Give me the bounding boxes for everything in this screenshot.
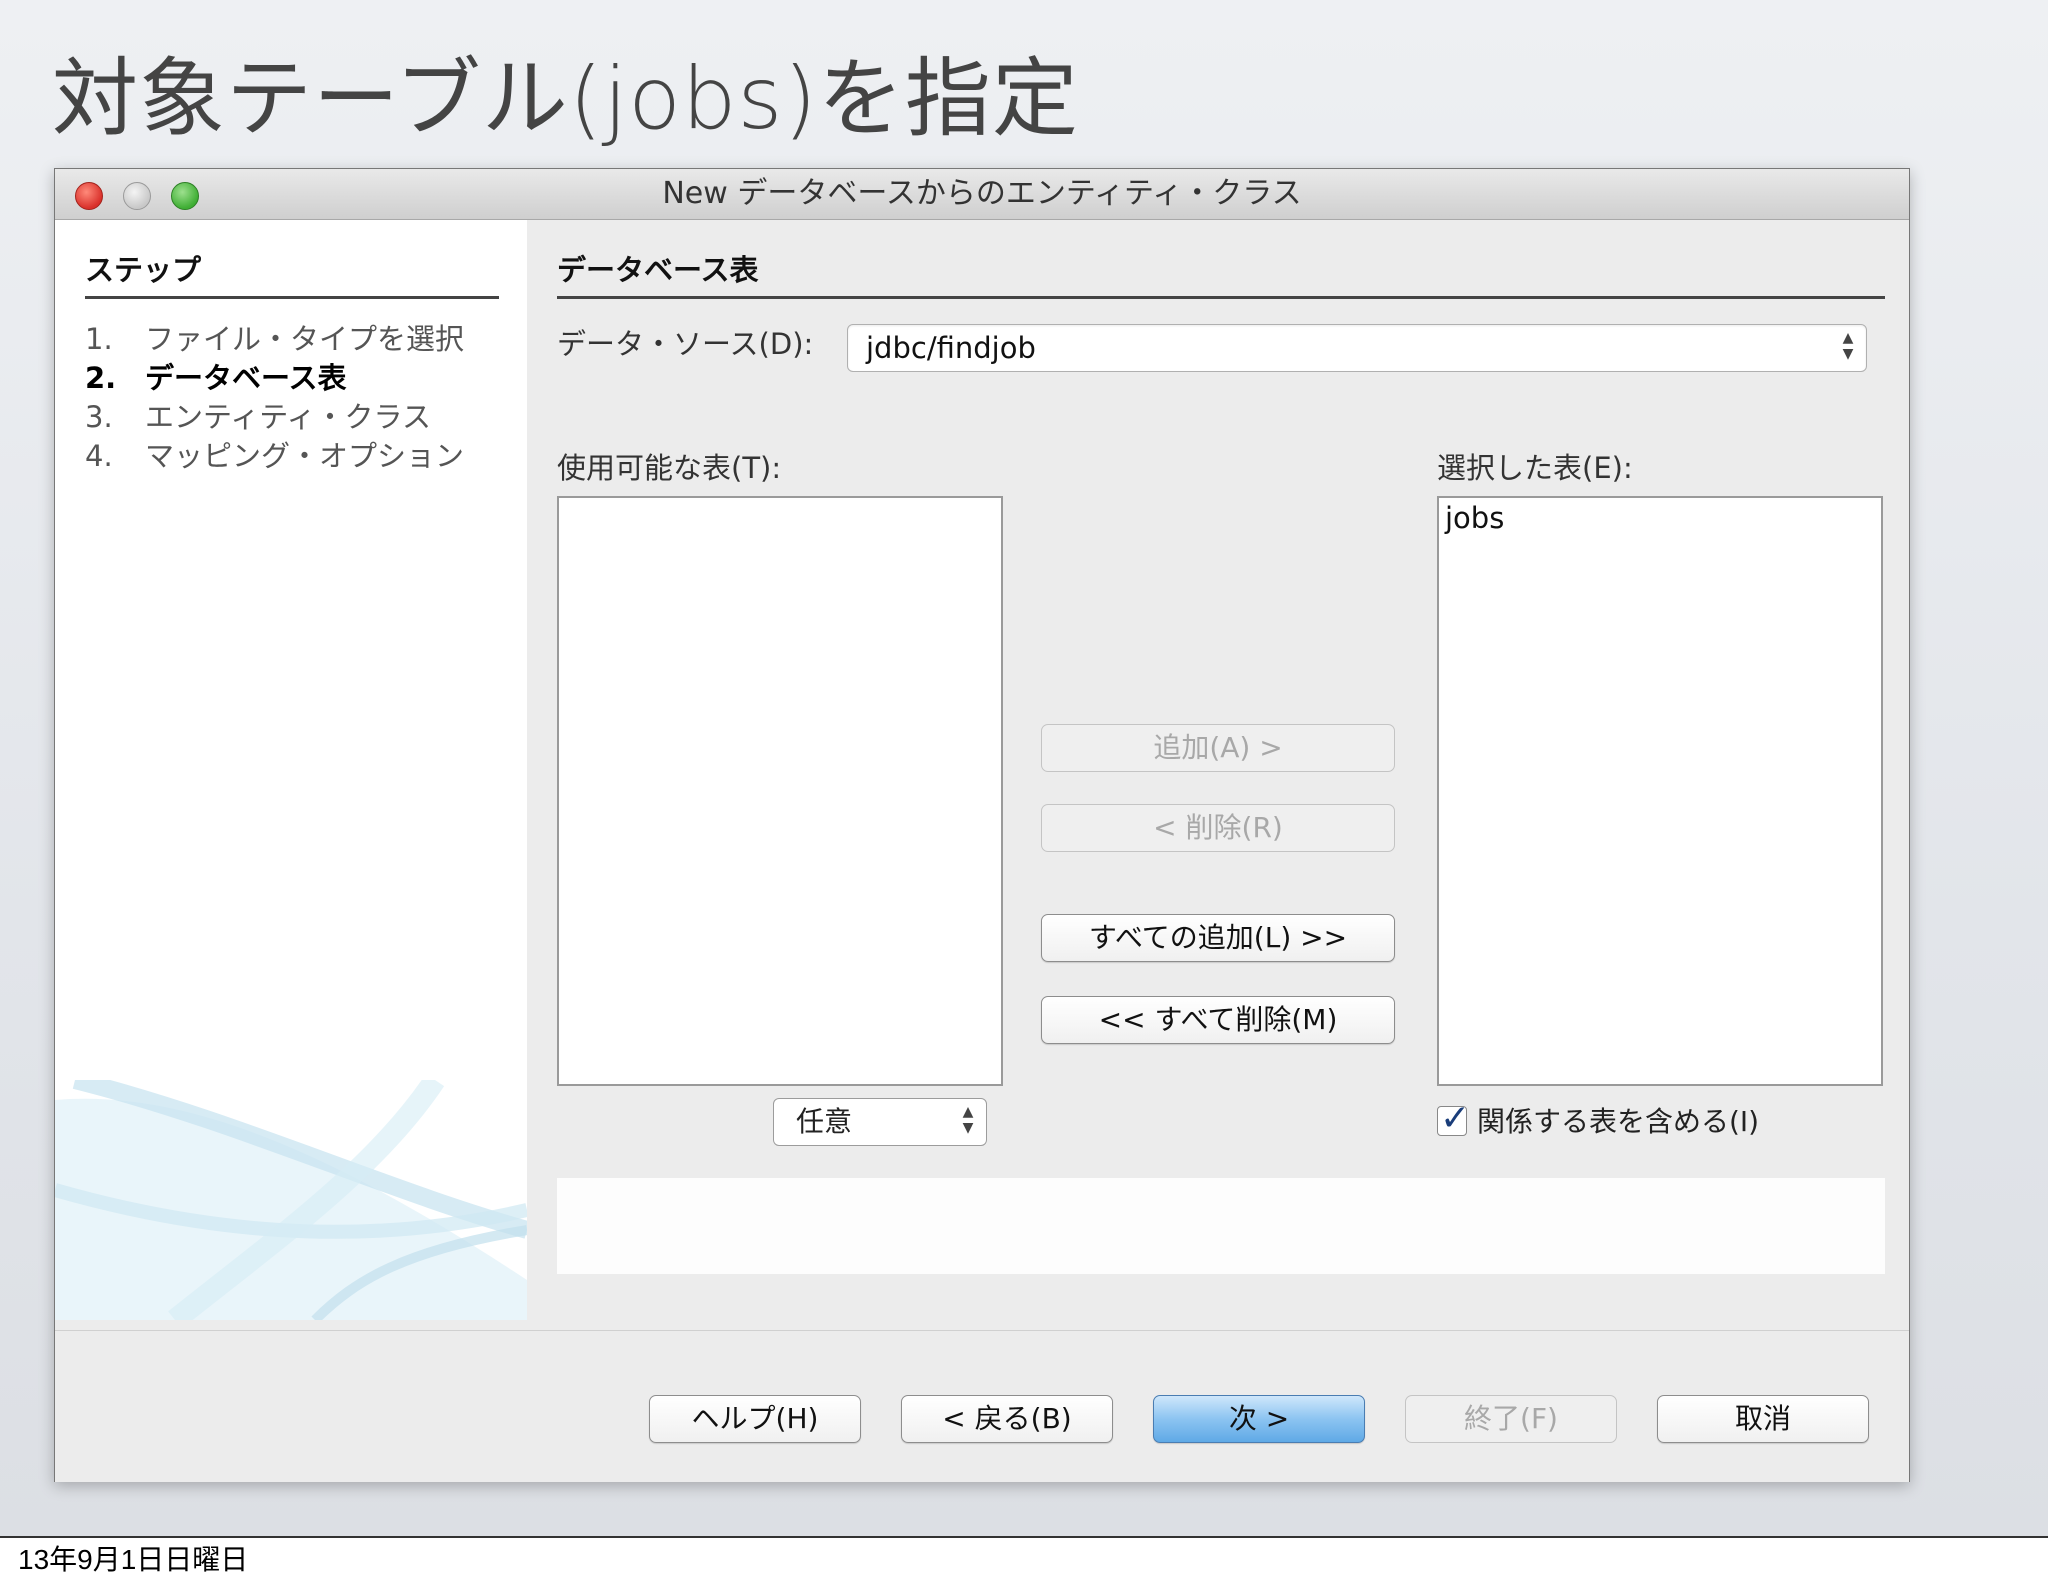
step-label: マッピング・オプション: [145, 439, 465, 473]
decorative-swoosh-graphic: [55, 1080, 527, 1320]
footer-date: 13年9月1日日曜日: [18, 1544, 249, 1575]
wizard-window: New データベースからのエンティティ・クラス ステップ 1. ファイル・タイプを…: [54, 168, 1910, 1482]
remove-button[interactable]: < 削除(R): [1041, 804, 1395, 852]
footer-divider: [0, 1536, 2048, 1538]
table-filter-select[interactable]: 任意 ▲ ▼: [773, 1098, 987, 1146]
available-tables-label: 使用可能な表(T):: [557, 451, 782, 485]
include-related-label: 関係する表を含める(I): [1477, 1105, 1760, 1138]
step-number: 3.: [85, 400, 113, 434]
data-source-label: データ・ソース(D):: [557, 327, 814, 361]
add-button[interactable]: 追加(A) >: [1041, 724, 1395, 772]
step-number: 4.: [85, 439, 113, 473]
message-area: [557, 1178, 1885, 1274]
help-button[interactable]: ヘルプ(H): [649, 1395, 861, 1443]
checkmark-icon: ✓: [1440, 1098, 1471, 1139]
window-title: New データベースからのエンティティ・クラス: [662, 176, 1302, 211]
selected-tables-label: 選択した表(E):: [1437, 451, 1633, 485]
steps-heading: ステップ: [85, 250, 499, 299]
step-item-3: 3. エンティティ・クラス: [85, 398, 515, 437]
step-label: データベース表: [145, 361, 347, 395]
selected-tables-list[interactable]: jobs: [1437, 496, 1883, 1086]
select-arrows-icon: ▲ ▼: [962, 1104, 974, 1136]
step-item-4: 4. マッピング・オプション: [85, 437, 515, 476]
back-button[interactable]: < 戻る(B): [901, 1395, 1113, 1443]
available-tables-list[interactable]: [557, 496, 1003, 1086]
window-titlebar[interactable]: New データベースからのエンティティ・クラス: [55, 169, 1909, 220]
include-related-checkbox[interactable]: ✓: [1437, 1099, 1470, 1139]
steps-panel: ステップ 1. ファイル・タイプを選択 2. データベース表 3. エンティティ・クラ…: [55, 220, 527, 1320]
section-heading: データベース表: [557, 250, 1885, 299]
slide-title: 対象テーブル(jobs)を指定: [52, 49, 1079, 149]
step-number: 1.: [85, 322, 113, 356]
steps-list: 1. ファイル・タイプを選択 2. データベース表 3. エンティティ・クラス 4. マ…: [85, 320, 515, 476]
data-source-select[interactable]: jdbc/findjob ▲ ▼: [847, 324, 1867, 372]
step-item-1: 1. ファイル・タイプを選択: [85, 320, 515, 359]
cancel-button[interactable]: 取消: [1657, 1395, 1869, 1443]
select-arrows-icon: ▲ ▼: [1842, 330, 1854, 362]
step-label: エンティティ・クラス: [145, 400, 431, 434]
step-item-2: 2. データベース表: [85, 359, 515, 398]
list-item[interactable]: jobs: [1439, 498, 1881, 538]
database-tables-panel: データベース表 データ・ソース(D): jdbc/findjob ▲ ▼ 使用可能…: [527, 220, 1909, 1320]
step-label: ファイル・タイプを選択: [145, 322, 465, 356]
table-filter-value: 任意: [796, 1105, 853, 1138]
next-button[interactable]: 次 >: [1153, 1395, 1365, 1443]
slide-background: 対象テーブル(jobs)を指定 New データベースからのエンティティ・クラス …: [0, 0, 2048, 1536]
step-number: 2.: [85, 361, 117, 395]
data-source-value: jdbc/findjob: [866, 331, 1036, 365]
add-all-button[interactable]: すべての追加(L) >>: [1041, 914, 1395, 962]
finish-button[interactable]: 終了(F): [1405, 1395, 1617, 1443]
remove-all-button[interactable]: << すべて削除(M): [1041, 996, 1395, 1044]
